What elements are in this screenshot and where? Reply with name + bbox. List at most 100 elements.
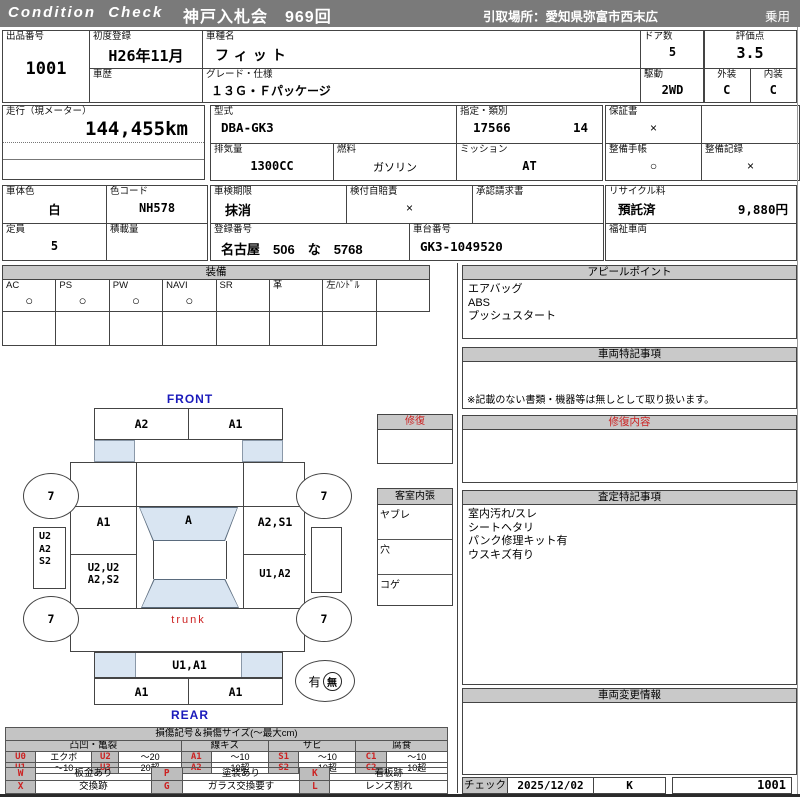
- lot-number-value: 1001: [25, 58, 67, 79]
- equipment-value-ac: ○: [25, 292, 34, 308]
- first-registration-value: H26年11月: [108, 46, 184, 65]
- door-right-code: U1,A2: [259, 568, 291, 580]
- legend-mark-desc: レンズ割れ: [329, 780, 448, 794]
- assessment-notes-title: 査定特記事項: [463, 491, 796, 505]
- mission-cell: ミッション AT: [456, 143, 603, 181]
- change-info-panel: 車両変更情報: [462, 688, 797, 775]
- first-registration-cell: 初度登録 H26年11月: [89, 30, 203, 69]
- legend-mark-desc: 塗装あり: [181, 767, 301, 781]
- cabin-interior-row-hole: 穴: [378, 540, 452, 575]
- type-class-label: 指定・類別: [460, 106, 508, 117]
- wheel-front-left: 7: [23, 473, 79, 519]
- equipment-empty-cell: [268, 311, 324, 346]
- model-code-label: 型式: [214, 106, 234, 117]
- rear-panel-code: U1,A1: [172, 658, 207, 672]
- auction-condition-sheet: Condition Check 神戸入札会 969回 引取場所：愛知県弥富市西末…: [0, 0, 800, 800]
- repair-marks-table: W 板金あり P 塗装あり K 看板跡 X 交換跡 G ガラス交換要す L レン…: [4, 767, 448, 794]
- recycle-cell: リサイクル料 預託済 9,880円: [605, 185, 797, 224]
- legend-size: ～10: [385, 751, 449, 763]
- payload-label: 積載量: [110, 224, 139, 235]
- insurance-value: ×: [405, 200, 413, 215]
- trunk-label: trunk: [171, 614, 206, 626]
- door-left-code-2: A2,S2: [87, 574, 120, 586]
- interior-grade-label: 内装: [763, 69, 783, 80]
- inspection-value: 抹消: [225, 202, 252, 218]
- change-info-body: [463, 703, 796, 709]
- right-side-damage-box: [311, 527, 342, 593]
- appeal-points-title: アピールポイント: [463, 266, 796, 280]
- body-color-label: 車体色: [6, 186, 35, 197]
- history-label: 車歴: [93, 69, 113, 80]
- front-fender-left-code: A1: [96, 515, 111, 529]
- exterior-grade-value: C: [723, 82, 731, 97]
- maintenance-record-cell: 整備記録 ×: [701, 143, 800, 181]
- equipment-cell-leather: 革: [268, 279, 324, 312]
- equipment-cell-pw: PW ○: [108, 279, 164, 312]
- presence-yes: 有: [308, 674, 321, 689]
- fuel-cell: 燃料 ガソリン: [333, 143, 457, 181]
- legend-size: ～10: [298, 751, 357, 763]
- warranty-cell: 保証書 ×: [605, 105, 702, 144]
- body-grid-line: [243, 554, 306, 555]
- wheel-front-right: 7: [296, 473, 352, 519]
- welfare-cell: 福祉車両: [605, 223, 797, 261]
- maintenance-book-cell: 整備手帳 ○: [605, 143, 702, 181]
- rear-bumper-left-code: A1: [95, 679, 189, 704]
- check-date: 2025/12/02: [508, 778, 594, 793]
- interior-grade-value: C: [769, 82, 777, 97]
- appeal-points-panel: アピールポイント エアバッグ ABS プッシュスタート: [462, 265, 797, 339]
- equipment-empty-cell: [108, 311, 164, 346]
- insurance-label: 検付自賠責: [350, 186, 398, 197]
- presence-no-circled: 無: [322, 671, 342, 691]
- equipment-label-lhd: 左ﾊﾝﾄﾞﾙ: [326, 280, 360, 291]
- left-side-code: S2: [39, 556, 52, 567]
- car-body-outline: A1 A A2,S1 U2,U2 A2,S2 U1,A2 trunk: [70, 462, 306, 652]
- recycle-table: リサイクル料 預託済 9,880円 福祉車両: [605, 185, 797, 261]
- equipment-label-leather: 革: [272, 280, 283, 291]
- score-table: 評価点 3.5 外装 C 内装 C: [703, 30, 797, 103]
- front-left-pillar-shade: [94, 440, 135, 462]
- legend-code: A1: [180, 751, 212, 763]
- equipment-cell-lhd: 左ﾊﾝﾄﾞﾙ: [322, 279, 377, 312]
- wheel-rear-right: 7: [296, 596, 352, 642]
- sheet-bottom-border: [0, 794, 800, 797]
- front-bumper-left-code: A2: [95, 409, 189, 439]
- registration-number-cell: 登録番号 名古屋 506 な 5768: [210, 223, 410, 261]
- lot-number-cell: 出品番号 1001: [2, 30, 90, 103]
- maintenance-book-label: 整備手帳: [609, 144, 648, 155]
- recycle-status: 預託済: [618, 202, 656, 217]
- chassis-number-value: GK3-1049520: [420, 238, 503, 254]
- special-notes-panel: 車両特記事項 ※記載のない書類・機器等は無しとして取り扱います。: [462, 347, 797, 409]
- equipment-cell-extra: [375, 279, 431, 312]
- exterior-grade-label: 外装: [717, 69, 737, 80]
- type-number: 17566: [473, 119, 511, 135]
- left-side-damage-box: U2 A2 S2: [33, 527, 66, 589]
- repair-detail-panel: 修復内容: [462, 415, 797, 483]
- equipment-empty-cell: [162, 311, 217, 346]
- grade-cell: グレード・仕様 １３Ｇ・Ｆパッケージ: [202, 68, 641, 103]
- cabin-interior-label-hole: 穴: [380, 545, 390, 556]
- color-code-cell: 色コード NH578: [106, 185, 208, 224]
- mileage-empty-strip: [3, 143, 204, 160]
- displacement-cell: 排気量 1300CC: [210, 143, 334, 181]
- cabin-interior-label-burn: コゲ: [380, 580, 400, 591]
- appeal-item: エアバッグ: [468, 283, 523, 295]
- documents-table: 保証書 × 整備手帳 ○ 整備記録 ×: [605, 105, 800, 181]
- legend-code: C1: [355, 751, 387, 763]
- score-value: 3.5: [736, 43, 764, 62]
- equipment-value-ps: ○: [78, 292, 87, 308]
- legend-group-corrosion: 腐食: [355, 740, 448, 752]
- legend-code: U2: [91, 751, 120, 763]
- equipment-label-extra: [377, 281, 428, 282]
- appeal-item: プッシュスタート: [468, 310, 556, 322]
- equipment-table: 装備 AC ○ PS ○ PW ○ NAVI ○ SR 革 左ﾊﾝﾄﾞﾙ: [1, 265, 431, 346]
- body-grid-line: [136, 463, 137, 608]
- legend-mark-desc: ガラス交換要す: [181, 780, 301, 794]
- roof-line: [153, 541, 154, 579]
- exterior-grade-cell: 外装 C: [703, 68, 751, 103]
- legend-mark-code: G: [150, 780, 183, 794]
- legend-mark-code: P: [150, 767, 183, 781]
- legend-mark-desc: 板金あり: [35, 767, 152, 781]
- check-label: チェック: [463, 778, 508, 793]
- approval-cell: 承認請求書: [472, 185, 604, 224]
